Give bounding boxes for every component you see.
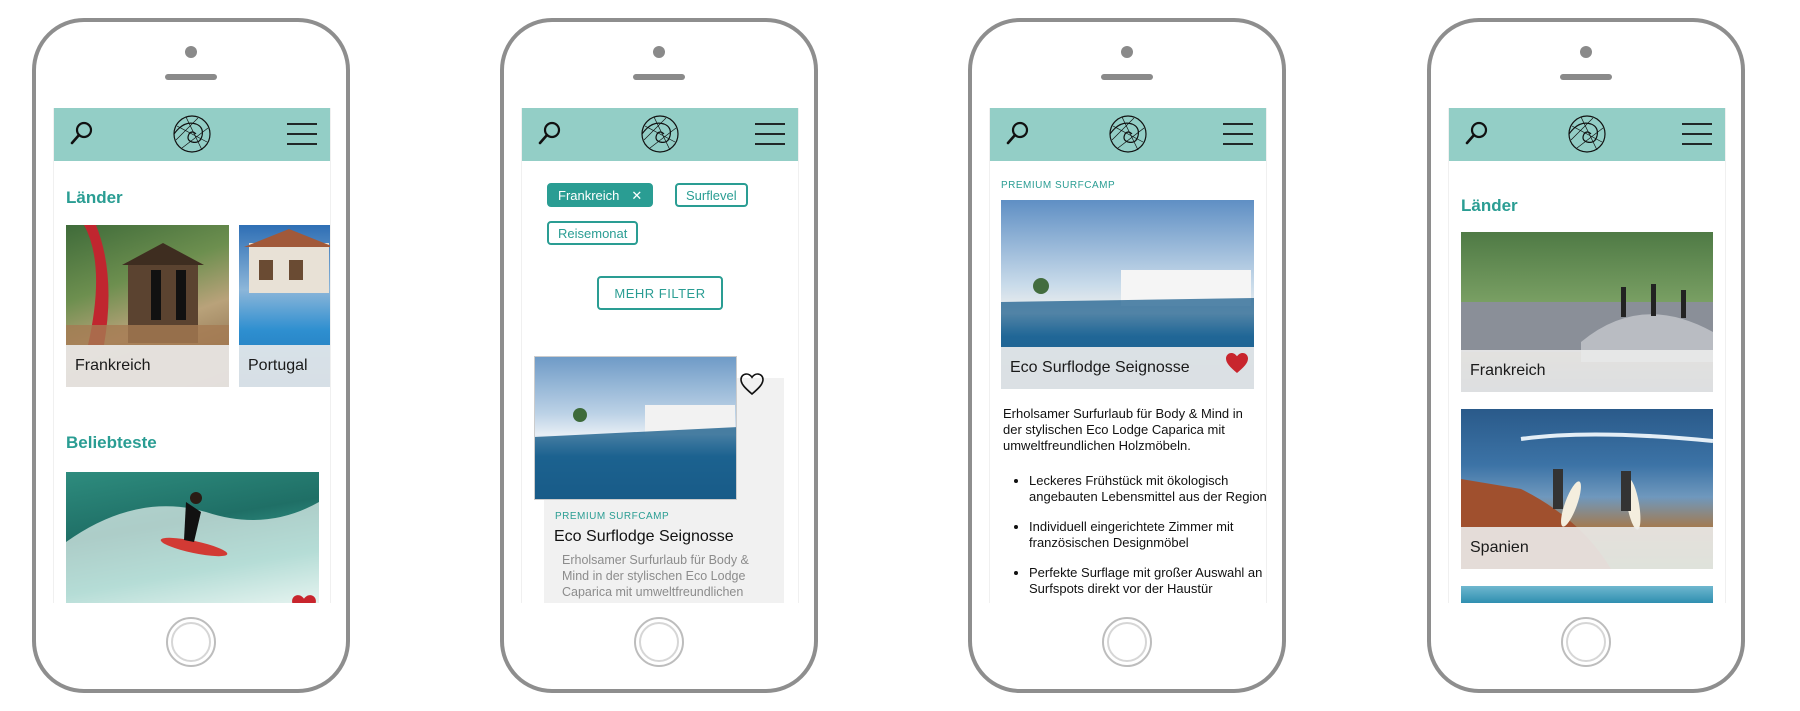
- filter-chip-frankreich[interactable]: Frankreich ✕: [547, 183, 654, 207]
- detail-tag: PREMIUM SURFCAMP: [1001, 180, 1116, 191]
- app-header: [522, 108, 798, 161]
- more-filter-button[interactable]: MEHR FILTER: [597, 276, 723, 310]
- country-card-caption: Spanien: [1461, 527, 1713, 569]
- filter-chip-surflevel[interactable]: Surflevel: [675, 183, 748, 207]
- wave-logo-icon[interactable]: [1567, 114, 1607, 154]
- search-icon[interactable]: [69, 120, 95, 146]
- heart-icon[interactable]: [1225, 352, 1249, 374]
- phone-frame-4: Länder Frankreich Spanien: [1427, 18, 1745, 693]
- home-button: [166, 617, 216, 667]
- popular-card-surfer[interactable]: [66, 472, 319, 603]
- phone-camera: [1121, 46, 1133, 58]
- home-button: [634, 617, 684, 667]
- phone-screen-filter: Frankreich ✕ Surflevel Reisemonat MEHR FI…: [521, 108, 799, 603]
- phone-camera: [1580, 46, 1592, 58]
- heart-icon[interactable]: [740, 373, 764, 395]
- search-icon[interactable]: [1464, 120, 1490, 146]
- country-card-caption: Frankreich: [66, 345, 229, 387]
- phone-speaker: [165, 74, 217, 80]
- wave-logo-icon[interactable]: [1108, 114, 1148, 154]
- wave-logo-icon[interactable]: [172, 114, 212, 154]
- app-header: [1449, 108, 1725, 161]
- country-card-caption: Portugal: [239, 345, 330, 387]
- result-tag: PREMIUM SURFCAMP: [555, 511, 670, 522]
- phone-screen-home: Länder Frankreich Portugal Beliebteste: [53, 108, 331, 603]
- result-title[interactable]: Eco Surflodge Seignosse: [554, 528, 734, 546]
- heart-icon[interactable]: [291, 594, 317, 603]
- feature-item: Individuell eingerichtete Zimmer mit fra…: [1029, 519, 1266, 551]
- app-header: [54, 108, 330, 161]
- filter-chip-label: Frankreich: [558, 188, 620, 203]
- phone-frame-2: Frankreich ✕ Surflevel Reisemonat MEHR FI…: [500, 18, 818, 693]
- country-card-caption: Frankreich: [1461, 350, 1713, 392]
- result-description: Erholsamer Surfurlaub für Body & Mind in…: [562, 553, 749, 599]
- country-card-spanien[interactable]: Spanien: [1461, 409, 1713, 569]
- country-card-portugal[interactable]: Portugal: [239, 225, 330, 387]
- detail-intro: Erholsamer Surfurlaub für Body & Mind in…: [1003, 406, 1243, 453]
- wave-logo-icon[interactable]: [640, 114, 680, 154]
- phone-frame-3: PREMIUM SURFCAMP Eco Surflodge Seignosse…: [968, 18, 1286, 693]
- phone-screen-countries: Länder Frankreich Spanien: [1448, 108, 1726, 603]
- detail-title: Eco Surflodge Seignosse: [1001, 347, 1254, 389]
- popular-photo: [66, 492, 319, 603]
- country-card-frankreich[interactable]: Frankreich: [1461, 232, 1713, 392]
- app-header: [990, 108, 1266, 161]
- country-card-frankreich[interactable]: Frankreich: [66, 225, 229, 387]
- phone-camera: [653, 46, 665, 58]
- section-title-countries: Länder: [1461, 196, 1518, 215]
- phone-camera: [185, 46, 197, 58]
- hamburger-menu-icon[interactable]: [1222, 121, 1254, 147]
- phone-speaker: [633, 74, 685, 80]
- section-title-popular: Beliebteste: [66, 433, 157, 452]
- home-button: [1561, 617, 1611, 667]
- phone-frame-1: Länder Frankreich Portugal Beliebteste: [32, 18, 350, 693]
- search-icon[interactable]: [537, 120, 563, 146]
- country-card-partial[interactable]: [1461, 586, 1713, 603]
- section-title-countries: Länder: [66, 188, 123, 207]
- hamburger-menu-icon[interactable]: [754, 121, 786, 147]
- phone-speaker: [1101, 74, 1153, 80]
- filter-chip-reisemonat[interactable]: Reisemonat: [547, 221, 639, 245]
- home-button: [1102, 617, 1152, 667]
- phone-screen-detail: PREMIUM SURFCAMP Eco Surflodge Seignosse…: [989, 108, 1267, 603]
- phone-speaker: [1560, 74, 1612, 80]
- feature-item: Leckeres Frühstück mit ökologisch angeba…: [1029, 473, 1266, 505]
- result-card-photo[interactable]: [534, 356, 737, 500]
- feature-item: Perfekte Surflage mit großer Auswahl an …: [1029, 565, 1266, 597]
- close-icon[interactable]: ✕: [631, 188, 642, 204]
- hamburger-menu-icon[interactable]: [286, 121, 318, 147]
- pool-photo: [535, 405, 736, 499]
- hamburger-menu-icon[interactable]: [1681, 121, 1713, 147]
- detail-hero-photo: Eco Surflodge Seignosse: [1001, 200, 1254, 389]
- detail-feature-list: Leckeres Frühstück mit ökologisch angeba…: [1001, 473, 1266, 603]
- search-icon[interactable]: [1005, 120, 1031, 146]
